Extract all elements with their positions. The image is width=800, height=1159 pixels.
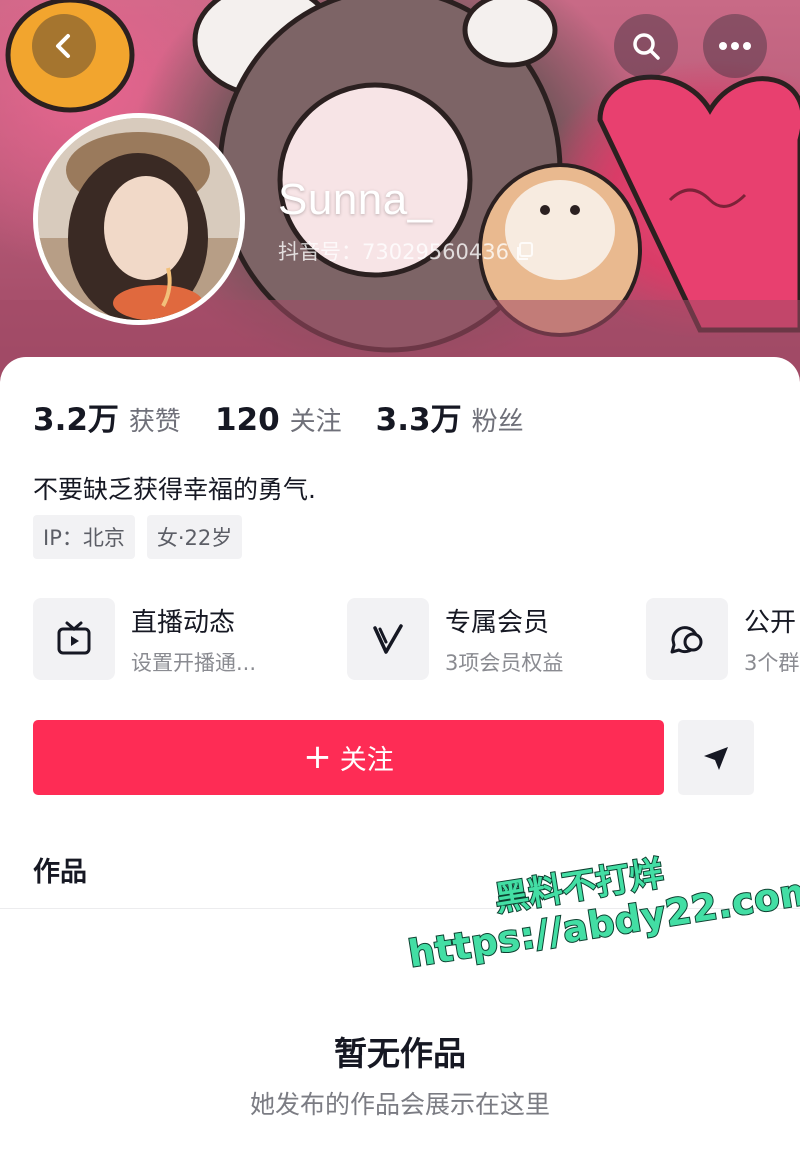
search-icon — [633, 33, 660, 60]
feature-groups-sub: 3个群 — [744, 650, 800, 675]
douyin-id[interactable]: 抖音号：73029560436 — [278, 236, 535, 266]
feature-membership-icon-box — [347, 598, 429, 680]
plus-icon: + — [303, 736, 332, 777]
feature-membership-sub: 3项会员权益 — [445, 650, 564, 675]
feature-membership-title: 专属会员 — [445, 607, 550, 638]
avatar[interactable] — [33, 113, 245, 325]
tv-icon — [57, 621, 91, 655]
stat-likes[interactable]: 3.2万 获赞 — [33, 394, 181, 439]
copy-icon[interactable] — [515, 241, 535, 261]
chat-bubble-icon — [670, 626, 703, 654]
stat-followers-value: 3.3万 — [375, 402, 462, 438]
feature-live-sub: 设置开播通... — [131, 650, 257, 675]
send-icon — [704, 746, 728, 770]
tag-ip-location: IP：北京 — [33, 515, 135, 559]
tab-works[interactable]: 作品 — [33, 850, 87, 889]
feature-groups-title: 公开 — [744, 607, 797, 638]
follow-button-label: 关注 — [339, 745, 394, 776]
avatar-image — [38, 118, 240, 320]
stats-row: 3.2万 获赞 120 关注 3.3万 粉丝 — [33, 394, 558, 439]
feature-live-title: 直播动态 — [131, 607, 236, 638]
stat-following-value: 120 — [214, 402, 280, 438]
tag-gender-age: 女·22岁 — [146, 515, 243, 559]
bio: 不要缺乏获得幸福的勇气. — [33, 475, 316, 504]
profile-card: 3.2万 获赞 120 关注 3.3万 粉丝 不要缺乏获得幸福的勇气. IP：北… — [0, 357, 800, 1159]
profile-banner[interactable]: Sunna_ 抖音号：73029560436 — [0, 0, 800, 390]
stat-following-label: 关注 — [289, 407, 342, 437]
feature-live-updates[interactable]: 直播动态 设置开播通... — [33, 598, 256, 680]
back-button[interactable] — [32, 14, 96, 78]
feature-membership[interactable]: 专属会员 3项会员权益 — [347, 598, 563, 680]
stat-followers[interactable]: 3.3万 粉丝 — [376, 394, 524, 439]
username: Sunna_ — [278, 175, 433, 224]
stat-followers-label: 粉丝 — [471, 407, 524, 437]
v-badge-icon — [373, 624, 403, 654]
profile-page: Sunna_ 抖音号：73029560436 3.2万 获赞 120 关注 3.… — [0, 0, 800, 1159]
more-horizontal-icon — [719, 42, 751, 50]
stat-likes-label: 获赞 — [128, 407, 181, 437]
feature-public-groups[interactable]: 公开 3个群 — [646, 598, 799, 680]
feature-live-icon-box — [33, 598, 115, 680]
feature-row: 直播动态 设置开播通... 专属会员 3项会员权益 公开 3个群 — [33, 598, 800, 682]
feature-groups-icon-box — [646, 598, 728, 680]
send-message-button[interactable] — [678, 720, 754, 795]
watermark: 黑料不打烊 https://abdy22.com — [398, 822, 800, 977]
follow-button[interactable]: + 关注 — [33, 720, 664, 795]
stat-likes-value: 3.2万 — [33, 402, 119, 438]
douyin-id-text: 抖音号：73029560436 — [278, 240, 509, 264]
more-button[interactable] — [703, 14, 767, 78]
stat-following[interactable]: 120 关注 — [215, 401, 342, 438]
search-button[interactable] — [614, 14, 678, 78]
empty-state-title: 暂无作品 — [334, 1034, 466, 1073]
chevron-left-icon — [56, 34, 70, 58]
empty-state-subtitle: 她发布的作品会展示在这里 — [249, 1090, 550, 1119]
profile-tags: IP：北京 女·22岁 — [33, 515, 243, 559]
